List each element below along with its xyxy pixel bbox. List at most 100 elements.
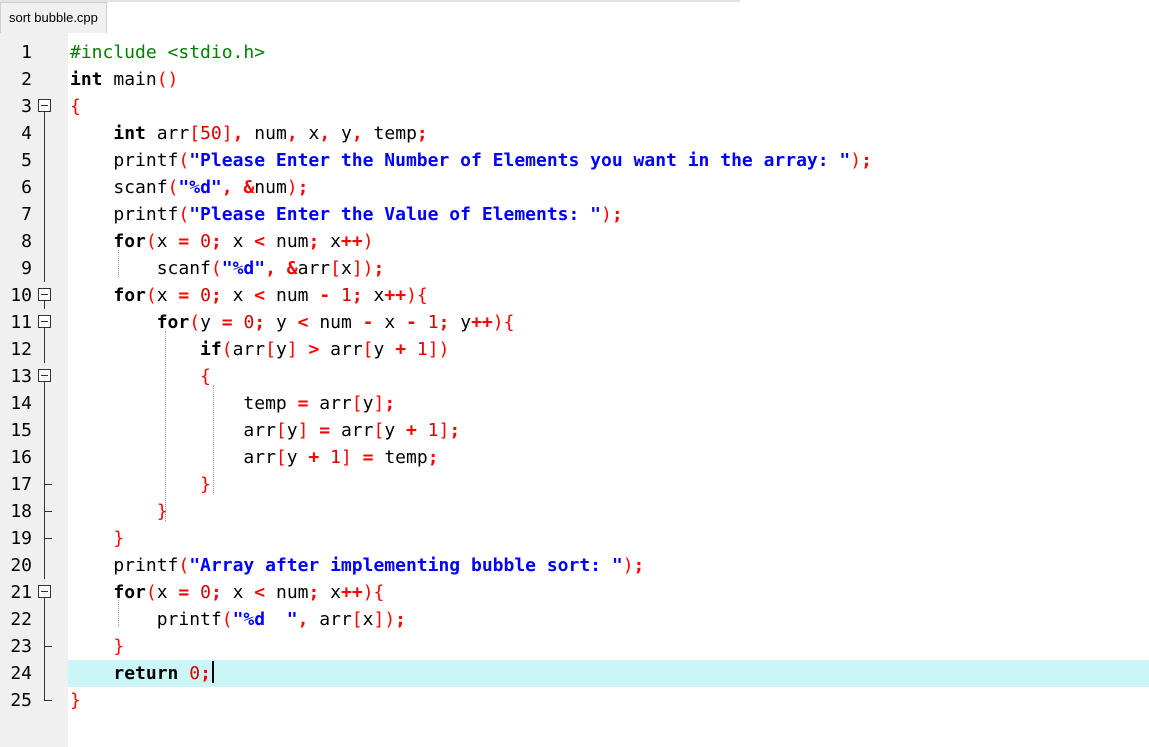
code-token: x: [156, 285, 179, 306]
fold-toggle-icon[interactable]: [36, 363, 66, 390]
code-token: ]): [427, 339, 450, 360]
fold-toggle-icon[interactable]: [36, 579, 66, 606]
code-line[interactable]: 7 printf("Please Enter the Value of Elem…: [0, 201, 1149, 228]
fold-toggle-icon[interactable]: [36, 282, 66, 309]
code-line[interactable]: 10 for(x = 0; x < num - 1; x++){: [0, 282, 1149, 309]
code-line[interactable]: 18 }: [0, 498, 1149, 525]
code-text: arr[y + 1] = temp;: [70, 444, 438, 471]
code-line[interactable]: 17 }: [0, 471, 1149, 498]
code-token: (: [178, 555, 190, 576]
code-line[interactable]: 20 printf("Array after implementing bubb…: [0, 552, 1149, 579]
code-line[interactable]: 23 }: [0, 633, 1149, 660]
code-token: for: [156, 312, 190, 333]
code-line[interactable]: 2 int main(): [0, 66, 1149, 93]
fold-guide: [36, 336, 66, 363]
code-token: ]: [297, 420, 309, 441]
fold-guide: [36, 228, 66, 255]
code-token: printf: [70, 204, 179, 225]
code-token: ;: [611, 204, 623, 225]
code-token: temp: [373, 447, 428, 468]
code-token: [: [275, 420, 287, 441]
line-number: 15: [10, 420, 32, 441]
code-token: if: [200, 339, 222, 360]
code-token: ,: [232, 123, 244, 144]
code-token: int: [70, 69, 103, 90]
code-line[interactable]: 12 if(arr[y] > arr[y + 1]): [0, 336, 1149, 363]
fold-toggle-icon[interactable]: [36, 93, 66, 120]
code-token: -: [362, 312, 374, 333]
code-token: y: [286, 447, 309, 468]
code-token: y: [200, 312, 222, 333]
code-line[interactable]: 9 scanf("%d", &arr[x]);: [0, 255, 1149, 282]
fold-toggle-icon[interactable]: [36, 309, 66, 336]
code-token: (: [145, 582, 157, 603]
code-line[interactable]: 6 scanf("%d", &num);: [0, 174, 1149, 201]
code-line[interactable]: 13 {: [0, 363, 1149, 390]
code-token: arr: [308, 393, 352, 414]
code-token: arr: [145, 123, 190, 144]
code-token: ){: [406, 285, 428, 306]
code-token: ): [362, 231, 374, 252]
code-token: 0: [243, 312, 255, 333]
code-line[interactable]: 14 temp = arr[y];: [0, 390, 1149, 417]
code-token: ++: [341, 582, 363, 603]
code-token: ): [622, 555, 634, 576]
code-line[interactable]: 25}: [0, 687, 1149, 714]
code-token: <: [254, 285, 266, 306]
code-line[interactable]: 4 int arr[50], num, x, y, temp;: [0, 120, 1149, 147]
line-number: 6: [21, 177, 32, 198]
fold-guide: [36, 66, 66, 93]
code-token: ;: [297, 177, 309, 198]
code-token: [: [362, 339, 374, 360]
code-token: [: [351, 393, 363, 414]
code-line[interactable]: 8 for(x = 0; x < num; x++): [0, 228, 1149, 255]
code-line[interactable]: 19 }: [0, 525, 1149, 552]
code-token: ;: [861, 150, 872, 171]
code-token: ++: [384, 285, 407, 306]
code-line[interactable]: 16 arr[y + 1] = temp;: [0, 444, 1149, 471]
code-token: ,: [297, 609, 309, 630]
line-number: 5: [21, 150, 32, 171]
code-token: arr: [330, 420, 374, 441]
line-number: 22: [10, 609, 32, 630]
code-line[interactable]: 22 printf("%d ", arr[x]);: [0, 606, 1149, 633]
code-token: printf: [70, 555, 179, 576]
code-token: }: [200, 474, 211, 495]
code-token: x: [373, 312, 407, 333]
code-line[interactable]: 11 for(y = 0; y < num - x - 1; y++){: [0, 309, 1149, 336]
code-token: +: [395, 339, 407, 360]
line-number: 24: [10, 663, 32, 684]
code-token: 0: [200, 231, 211, 252]
code-token: (: [145, 285, 157, 306]
line-number: 3: [21, 96, 32, 117]
indent-guide: [213, 385, 214, 493]
code-token: ;: [351, 285, 363, 306]
code-token: scanf: [70, 177, 168, 198]
fold-guide: [36, 201, 66, 228]
line-number: 4: [21, 123, 32, 144]
code-line[interactable]: 3{: [0, 93, 1149, 120]
code-line[interactable]: 21 for(x = 0; x < num; x++){: [0, 579, 1149, 606]
code-line[interactable]: 15 arr[y] = arr[y + 1];: [0, 417, 1149, 444]
code-text: printf("Please Enter the Number of Eleme…: [70, 147, 872, 174]
code-token: {: [70, 96, 81, 117]
fold-guide: [36, 390, 66, 417]
code-line[interactable]: 1 #include <stdio.h>: [0, 39, 1149, 66]
code-line[interactable]: 5 printf("Please Enter the Number of Ele…: [0, 147, 1149, 174]
code-line[interactable]: 24 return 0;: [0, 660, 1149, 687]
fold-guide: [36, 606, 66, 633]
code-token: (: [210, 258, 222, 279]
tab-sort-bubble-cpp[interactable]: sort bubble.cpp: [0, 2, 107, 33]
code-token: ){: [492, 312, 515, 333]
code-token: ;: [210, 231, 222, 252]
code-token: num: [308, 312, 363, 333]
code-token: [: [330, 258, 341, 279]
